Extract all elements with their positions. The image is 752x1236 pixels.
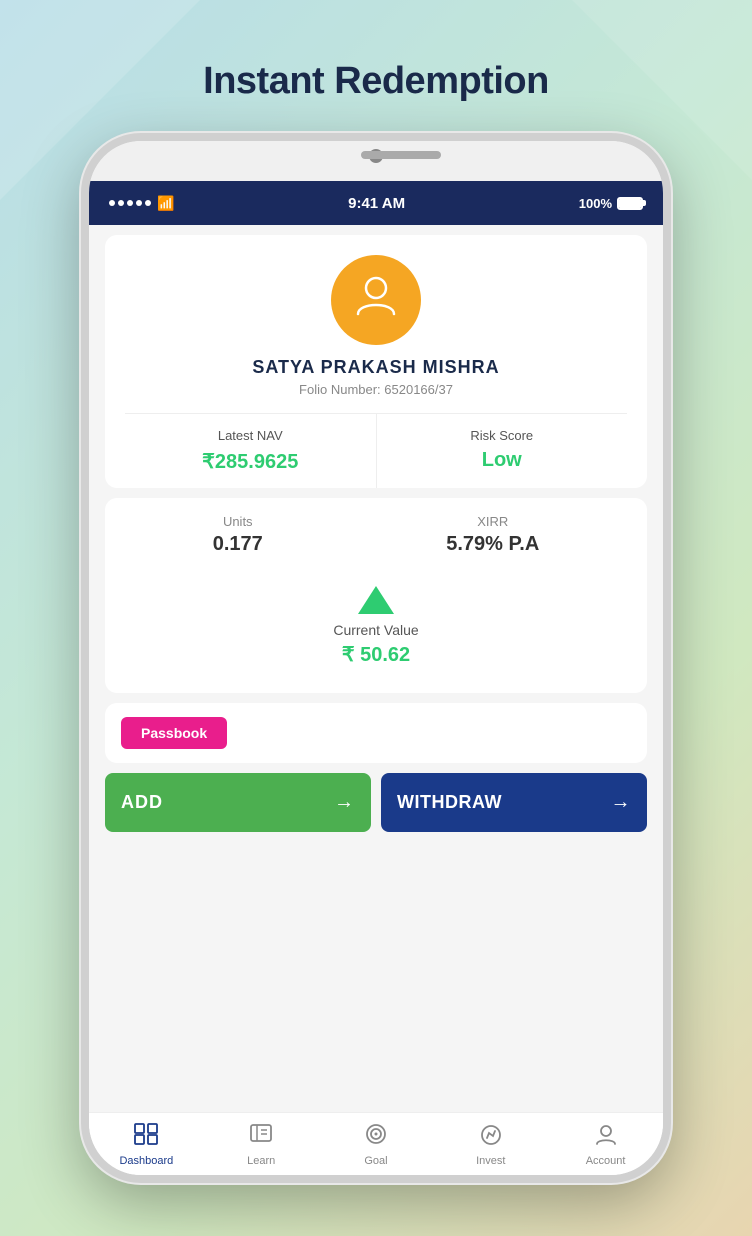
xirr-label: XIRR [446,514,539,529]
nav-account-label: Account [586,1155,626,1167]
nav-item-goal[interactable]: Goal [346,1123,406,1167]
current-value-amount: ₹ 50.62 [342,642,410,667]
battery-fill [619,199,641,208]
learn-icon [249,1123,273,1151]
profile-card: SATYA PRAKASH MISHRA Folio Number: 65201… [105,235,647,488]
add-label: ADD [121,792,163,813]
phone-speaker [361,151,441,159]
nav-dashboard-label: Dashboard [119,1155,173,1167]
page-title: Instant Redemption [203,60,549,103]
current-value-section: Current Value ₹ 50.62 [121,576,631,677]
nav-risk-row: Latest NAV ₹285.9625 Risk Score Low [125,413,627,488]
nav-item-learn[interactable]: Learn [231,1123,291,1167]
risk-stat: Risk Score Low [377,414,628,488]
nav-value: ₹285.9625 [135,449,366,474]
add-button[interactable]: ADD → [105,773,371,832]
account-icon [594,1123,618,1151]
nav-item-account[interactable]: Account [576,1123,636,1167]
status-right: 100% [579,196,643,211]
user-name: SATYA PRAKASH MISHRA [252,357,499,378]
units-card: Units 0.177 XIRR 5.79% P.A Current Value… [105,498,647,693]
withdraw-label: WITHDRAW [397,792,502,813]
phone-frame: 📶 9:41 AM 100% SATYA PRAKASH MISHRA Fo [81,133,671,1183]
xirr-stat: XIRR 5.79% P.A [446,514,539,556]
units-value: 0.177 [213,533,263,556]
risk-value: Low [387,449,618,472]
dashboard-icon [134,1123,158,1151]
current-value-label: Current Value [333,622,418,638]
goal-icon [364,1123,388,1151]
phone-content: SATYA PRAKASH MISHRA Folio Number: 65201… [89,225,663,1175]
nav-label: Latest NAV [135,428,366,443]
units-xirr-row: Units 0.177 XIRR 5.79% P.A [121,514,631,556]
passbook-tab[interactable]: Passbook [121,717,227,749]
folio-number: Folio Number: 6520166/37 [299,382,453,397]
nav-item-invest[interactable]: Invest [461,1123,521,1167]
battery-icon [617,197,643,210]
battery-percent: 100% [579,196,612,211]
add-arrow-icon: → [334,791,355,814]
passbook-tab-label: Passbook [141,725,207,741]
units-label: Units [213,514,263,529]
user-icon [353,272,399,328]
xirr-value: 5.79% P.A [446,533,539,556]
nav-item-dashboard[interactable]: Dashboard [116,1123,176,1167]
nav-invest-label: Invest [476,1155,505,1167]
invest-icon [479,1123,503,1151]
avatar [331,255,421,345]
status-bar: 📶 9:41 AM 100% [89,181,663,225]
nav-stat: Latest NAV ₹285.9625 [125,414,377,488]
risk-label: Risk Score [387,428,618,443]
withdraw-button[interactable]: WITHDRAW → [381,773,647,832]
wifi-icon: 📶 [157,195,174,212]
withdraw-arrow-icon: → [611,791,632,814]
bottom-nav: Dashboard Learn [89,1112,663,1175]
phone-top-bezel [89,141,663,181]
status-left: 📶 [109,195,174,212]
signal-dots [109,200,151,206]
trend-up-icon [358,586,394,614]
nav-learn-label: Learn [247,1155,275,1167]
action-buttons: ADD → WITHDRAW → [105,773,647,832]
status-time: 9:41 AM [348,195,405,212]
nav-goal-label: Goal [364,1155,387,1167]
passbook-row: Passbook [105,703,647,763]
units-stat: Units 0.177 [213,514,263,556]
